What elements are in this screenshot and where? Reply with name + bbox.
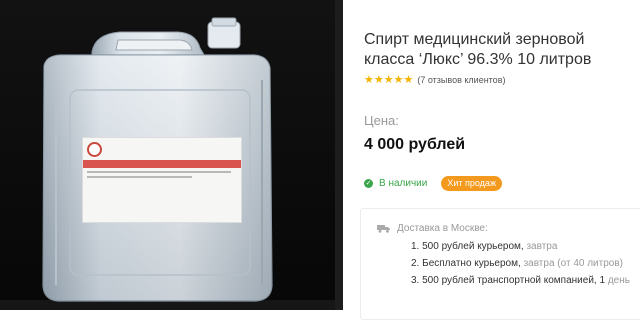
truck-icon — [377, 225, 390, 233]
star-icon: ★ — [403, 73, 414, 86]
product-title: Спирт медицинский зерновой класса ‘Люкс’… — [364, 31, 592, 68]
reviews-link[interactable]: (7 отзывов клиентов) — [417, 75, 505, 85]
option-note: день — [607, 275, 630, 286]
price-value: 4 000 рублей — [364, 136, 466, 153]
delivery-option: 1. 500 рублей курьером, завтра — [411, 239, 640, 254]
delivery-options: 1. 500 рублей курьером, завтра 2. Беспла… — [411, 239, 640, 290]
bottle-label — [82, 137, 242, 223]
option-text: Бесплатно курьером, — [422, 258, 521, 269]
rating[interactable]: ★ ★ ★ ★ ★ (7 отзывов клиентов) — [364, 73, 505, 87]
label-text-lines — [87, 171, 237, 181]
label-info-text — [165, 142, 237, 158]
label-company-text — [108, 142, 160, 158]
delivery-option: 2. Бесплатно курьером, завтра (от 40 лит… — [411, 256, 640, 271]
label-red-stripe — [83, 160, 241, 168]
option-number: 2. — [411, 258, 420, 269]
option-text: 500 рублей транспортной компанией, 1 — [422, 275, 606, 286]
stock-text: В наличии — [379, 178, 428, 189]
star-icon: ★ — [383, 73, 394, 86]
product-image[interactable] — [0, 0, 343, 310]
rating-stars: ★ ★ ★ ★ ★ — [364, 73, 414, 86]
star-icon: ★ — [393, 73, 404, 86]
delivery-info: Доставка в Москве: 1. 500 рублей курьеро… — [360, 208, 640, 320]
star-icon: ★ — [373, 73, 384, 86]
option-number: 3. — [411, 275, 420, 286]
delivery-header: Доставка в Москве: — [377, 223, 488, 234]
stock-status: ✓ В наличии Хит продаж — [364, 176, 502, 191]
brand-seal-icon — [87, 142, 102, 157]
check-circle-icon: ✓ — [364, 179, 373, 188]
delivery-title: Доставка в Москве: — [397, 223, 488, 234]
delivery-option: 3. 500 рублей транспортной компанией, 1 … — [411, 273, 640, 288]
star-icon: ★ — [364, 73, 374, 86]
price-label: Цена: — [364, 113, 399, 128]
option-number: 1. — [411, 241, 420, 252]
bestseller-badge: Хит продаж — [441, 176, 502, 191]
option-text: 500 рублей курьером, — [422, 241, 524, 252]
label-fine-print — [87, 198, 177, 220]
option-note: завтра (от 40 литров) — [523, 258, 623, 269]
option-note: завтра — [526, 241, 558, 252]
